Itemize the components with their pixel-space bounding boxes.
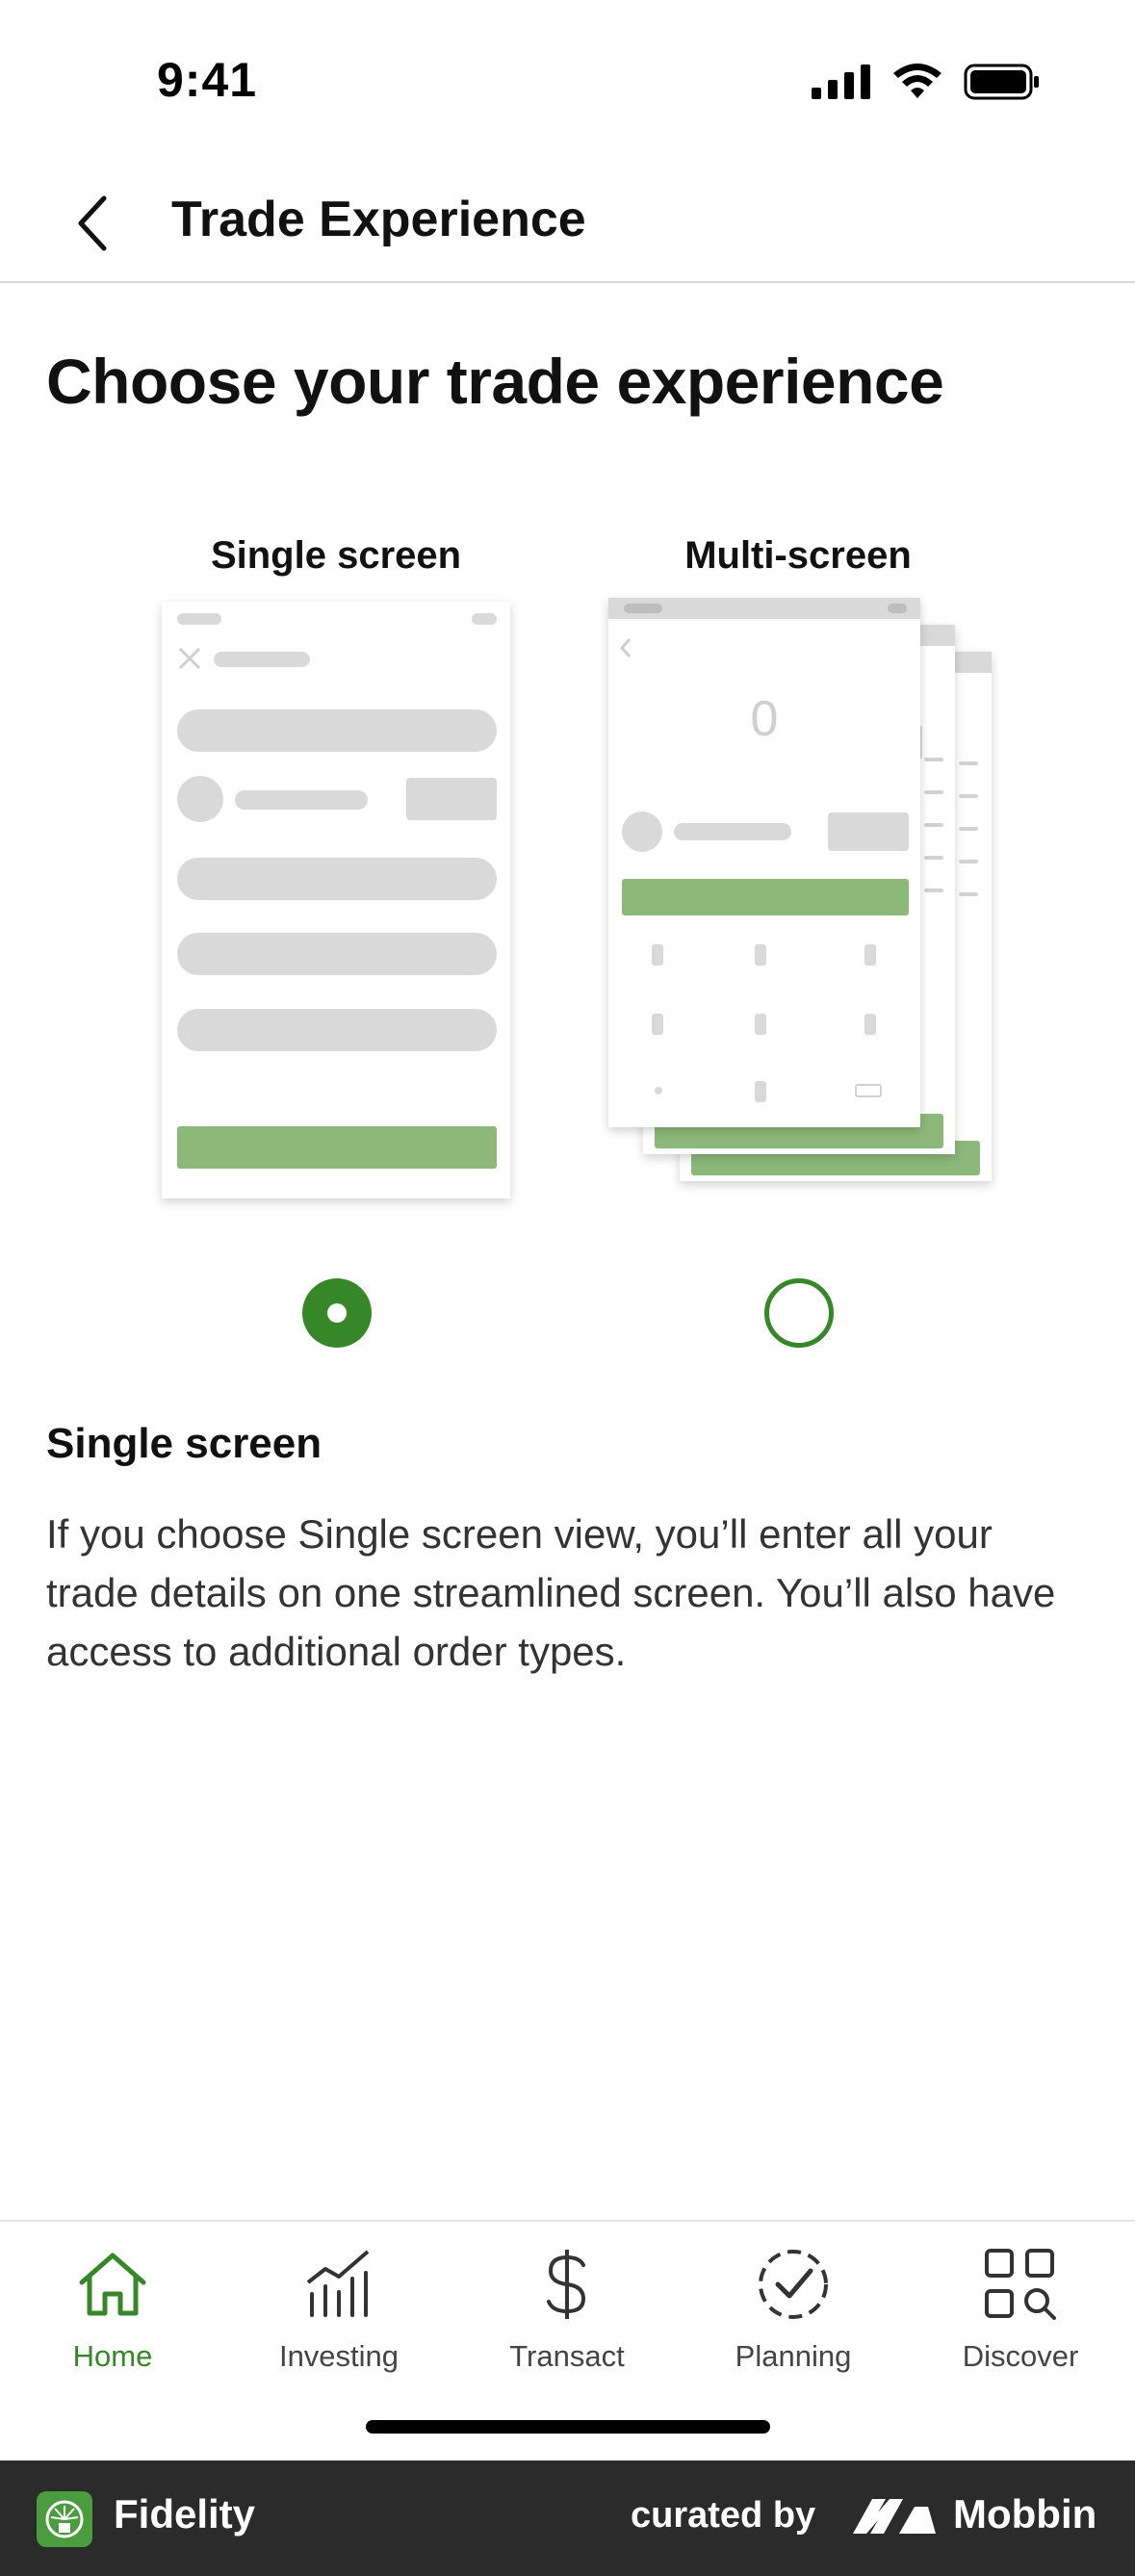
radio-multi-screen[interactable] (764, 1278, 834, 1348)
nav-planning[interactable]: Planning (697, 2241, 890, 2374)
footer-curated-by: curated by (631, 2495, 816, 2536)
nav-label: Discover (962, 2339, 1079, 2373)
option-multi-screen[interactable]: Multi-screen 0 (572, 534, 1024, 1348)
phone-mockup (162, 602, 510, 1198)
mock-amount: 0 (750, 691, 779, 747)
mock-key (652, 1014, 663, 1035)
dollar-icon (547, 2250, 586, 2319)
fidelity-logo-icon (37, 2491, 92, 2547)
mock-dot (177, 776, 223, 822)
footer-banner: Fidelity curated by Mobbin (0, 2460, 1135, 2576)
mobbin-logo-icon (853, 2499, 936, 2534)
battery-icon (964, 64, 1039, 100)
description-text: If you choose Single screen view, you’ll… (46, 1511, 1056, 1674)
mock-bar (177, 933, 497, 975)
close-icon (178, 647, 201, 670)
status-time: 9:41 (157, 53, 258, 107)
checkmark-circle-icon (759, 2250, 828, 2319)
status-icons (812, 64, 1041, 100)
mock-key (864, 1014, 876, 1035)
nav-home[interactable]: Home (16, 2241, 209, 2374)
nav-label: Planning (735, 2339, 852, 2373)
chevron-left-icon (619, 638, 632, 657)
nav-label: Home (72, 2339, 153, 2373)
mock-bar (406, 778, 497, 820)
home-indicator (366, 2420, 770, 2434)
description-title: Single screen (46, 1420, 322, 1467)
mock-bar (472, 613, 497, 625)
mock-key (864, 944, 876, 966)
grid-search-icon (985, 2249, 1056, 2320)
mock-bar (177, 1009, 497, 1051)
header-title: Trade Experience (171, 192, 586, 247)
nav-discover[interactable]: Discover (924, 2241, 1117, 2374)
home-icon (79, 2253, 146, 2316)
footer-brand: Fidelity (114, 2491, 256, 2537)
phone-mockup-front: 0 (608, 598, 920, 1127)
nav-label: Transact (509, 2339, 625, 2373)
mock-dashes (924, 758, 978, 896)
multi-screen-illustration: 0 (572, 592, 1024, 1304)
single-screen-illustration (110, 592, 562, 1304)
mock-key (755, 1014, 766, 1035)
nav-header: Trade Experience (0, 164, 1135, 283)
mock-key (655, 1087, 662, 1095)
option-label: Single screen (210, 534, 462, 577)
option-label: Multi-screen (684, 534, 912, 577)
chart-icon (306, 2250, 370, 2317)
nav-investing[interactable]: Investing (243, 2241, 435, 2374)
chevron-left-icon (78, 195, 107, 251)
mock-bar (674, 823, 791, 840)
signal-icon (812, 64, 870, 99)
mock-bar (177, 858, 497, 900)
nav-label: Investing (278, 2339, 400, 2373)
mock-dot (622, 811, 662, 852)
mock-key (755, 1081, 766, 1102)
mock-key (652, 944, 663, 966)
mock-bar (888, 604, 907, 613)
mock-bar (828, 812, 909, 851)
back-button[interactable] (54, 185, 131, 262)
mock-green-button (622, 879, 909, 915)
option-single-screen[interactable]: Single screen (110, 534, 562, 1348)
mock-bar (177, 613, 221, 625)
page-title: Choose your trade experience (46, 346, 944, 417)
mock-bar (624, 604, 662, 613)
mock-key (855, 1084, 882, 1097)
mock-bar (214, 652, 310, 667)
mock-bar (235, 790, 368, 810)
mock-key (755, 944, 766, 966)
nav-transact[interactable]: Transact (471, 2241, 663, 2374)
footer-source: Mobbin (953, 2491, 1097, 2537)
mock-green-button (177, 1126, 497, 1169)
radio-single-screen[interactable] (302, 1278, 372, 1348)
wifi-icon (893, 64, 942, 98)
mock-bar (177, 709, 497, 752)
status-bar: 9:41 (0, 0, 1135, 164)
